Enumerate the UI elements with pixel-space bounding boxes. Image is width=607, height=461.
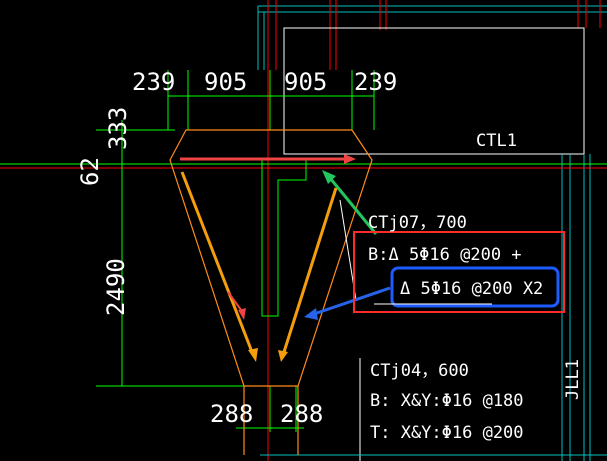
dim-top-2: 905 <box>204 68 247 96</box>
dim-bottom-2: 288 <box>280 400 323 428</box>
highlight-red-box <box>353 231 565 313</box>
label-b-line1: B:Δ 5Φ16 @200 + <box>368 245 522 265</box>
red-arrow-head <box>344 154 356 164</box>
label-jll1: JLL1 <box>563 359 583 400</box>
dim-left-333: 333 <box>104 107 132 150</box>
cad-drawing: 239 905 905 239 333 62 2490 288 288 CTL1… <box>0 0 607 461</box>
dim-top-1: 239 <box>132 68 175 96</box>
dim-bottom-1: 288 <box>210 400 253 428</box>
label-ctl1: CTL1 <box>476 131 517 151</box>
orange-arrow-right <box>282 187 338 353</box>
label-b-line2: Δ 5Φ16 @200 X2 <box>400 279 543 299</box>
dim-left-2490: 2490 <box>102 258 130 316</box>
footing-outline <box>169 129 373 455</box>
dimension-lines <box>96 70 375 432</box>
label-ctj04-b: B: X&Y:Φ16 @180 <box>370 391 524 411</box>
label-ctj07: CTj07，700 <box>368 213 467 233</box>
dim-left-62: 62 <box>76 157 104 186</box>
labels: CTL1 JLL1 CTj07，700 B:Δ 5Φ16 @200 + Δ 5Φ… <box>368 131 583 443</box>
dim-top-3: 905 <box>284 68 327 96</box>
blue-arrow-head <box>304 308 318 320</box>
label-ctj04: CTj04，600 <box>370 361 469 381</box>
dim-top-4: 239 <box>354 68 397 96</box>
annotation-arrows <box>180 154 391 362</box>
orange-arrow-left <box>180 171 254 353</box>
dimension-text: 239 905 905 239 333 62 2490 288 288 <box>76 68 397 428</box>
label-ctj04-t: T: X&Y:Φ16 @200 <box>370 423 524 443</box>
